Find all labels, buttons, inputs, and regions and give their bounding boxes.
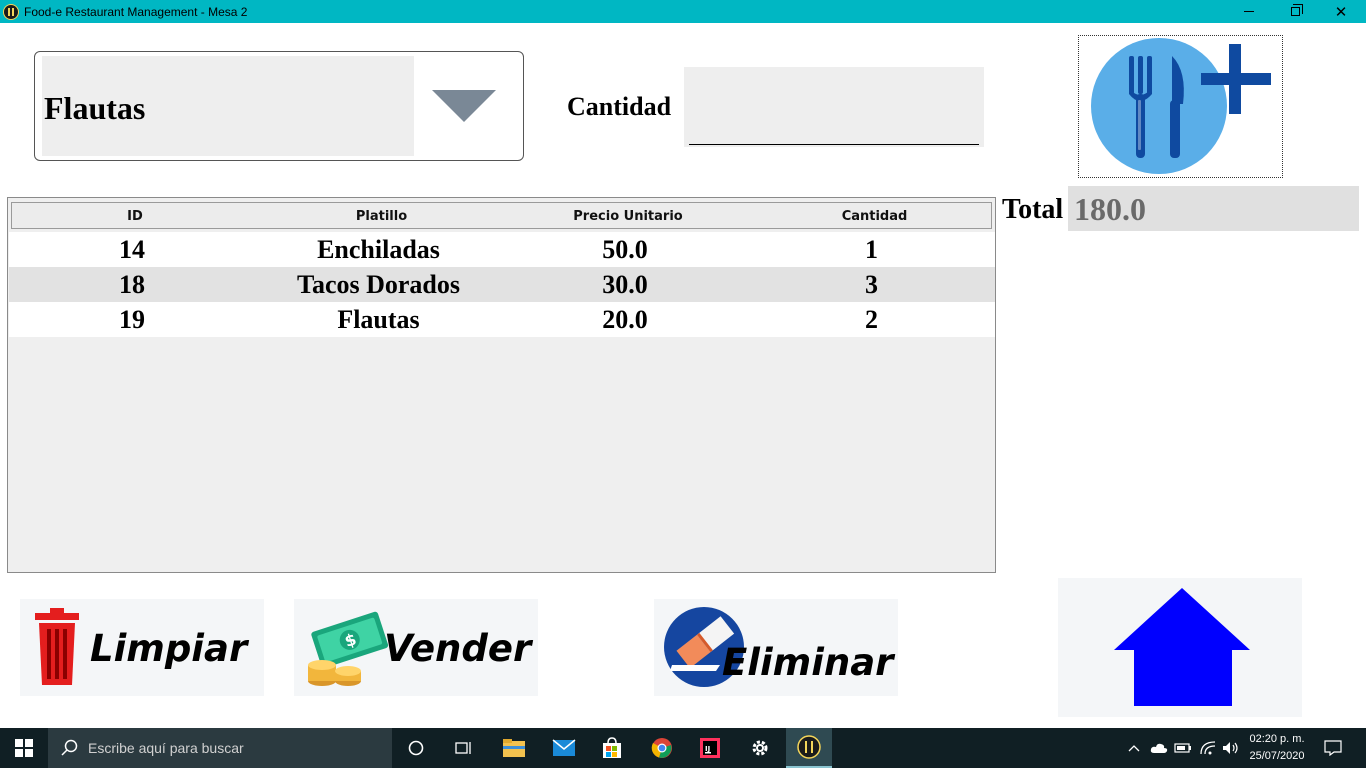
cell-cantidad: 3 <box>865 270 878 299</box>
wifi-icon <box>1200 741 1216 755</box>
close-button[interactable]: ✕ <box>1318 0 1364 23</box>
gear-icon <box>752 740 768 756</box>
cortana-button[interactable] <box>396 728 436 768</box>
battery-button[interactable] <box>1172 728 1194 768</box>
taskbar-food-e-app[interactable] <box>786 728 832 768</box>
store-icon <box>603 737 621 758</box>
column-header-cantidad[interactable]: Cantidad <box>751 203 998 230</box>
total-label: Total <box>1002 194 1064 225</box>
cell-id: 14 <box>119 235 145 264</box>
sell-button[interactable]: $ Vender <box>294 599 538 696</box>
folder-icon <box>503 739 525 757</box>
network-button[interactable] <box>1197 728 1219 768</box>
cell-precio: 50.0 <box>602 235 648 264</box>
money-icon: $ <box>308 611 389 686</box>
volume-button[interactable] <box>1220 728 1242 768</box>
quantity-underline <box>689 144 979 145</box>
restore-icon <box>1290 4 1303 16</box>
mail-icon <box>552 739 576 756</box>
clock[interactable]: 02:20 p. m. 25/07/2020 <box>1244 731 1310 765</box>
order-table: ID Platillo Precio Unitario Cantidad 14 … <box>7 197 996 573</box>
home-icon <box>1114 588 1250 706</box>
windows-icon <box>15 739 33 757</box>
table-header: ID Platillo Precio Unitario Cantidad <box>11 202 992 229</box>
cutlery-plus-icon <box>1091 38 1271 174</box>
taskbar-store[interactable] <box>592 728 632 768</box>
chevron-up-icon <box>1128 745 1140 752</box>
sell-button-label: Vender <box>384 627 532 670</box>
column-header-platillo[interactable]: Platillo <box>258 203 505 230</box>
search-placeholder: Escribe aquí para buscar <box>88 740 244 756</box>
app-logo-icon <box>797 735 821 759</box>
column-header-id[interactable]: ID <box>12 203 258 230</box>
chrome-icon <box>651 738 672 758</box>
add-dish-button[interactable] <box>1078 35 1283 178</box>
column-header-precio[interactable]: Precio Unitario <box>505 203 751 230</box>
taskbar-settings[interactable] <box>740 728 780 768</box>
minimize-button[interactable] <box>1226 0 1272 23</box>
close-icon: ✕ <box>1334 2 1348 21</box>
speaker-icon <box>1223 742 1238 754</box>
minimize-icon <box>1244 11 1254 12</box>
table-body: 14 Enchiladas 50.0 1 18 Tacos Dorados 30… <box>9 232 995 337</box>
quantity-label: Cantidad <box>567 92 672 121</box>
taskbar: Escribe aquí para buscar IJ 02:20 p. m. … <box>0 728 1366 768</box>
task-view-icon <box>455 742 471 754</box>
delete-button[interactable]: Eliminar <box>654 599 898 696</box>
cell-precio: 20.0 <box>602 305 648 334</box>
search-icon <box>61 739 78 756</box>
cell-platillo: Enchiladas <box>317 235 440 264</box>
task-view-button[interactable] <box>444 728 484 768</box>
cell-platillo: Tacos Dorados <box>296 270 460 299</box>
quantity-input[interactable] <box>684 67 984 147</box>
taskbar-intellij[interactable]: IJ <box>690 728 730 768</box>
total-value: 180.0 <box>1068 186 1359 231</box>
delete-button-label: Eliminar <box>722 641 894 684</box>
taskbar-mail[interactable] <box>544 728 584 768</box>
taskbar-explorer[interactable] <box>494 728 534 768</box>
table-row[interactable]: 14 Enchiladas 50.0 1 <box>9 232 995 267</box>
clock-date: 25/07/2020 <box>1249 750 1305 762</box>
table-row[interactable]: 18 Tacos Dorados 30.0 3 <box>9 267 995 302</box>
start-button[interactable] <box>0 728 48 768</box>
onedrive-button[interactable] <box>1148 728 1170 768</box>
show-hidden-icons-button[interactable] <box>1126 728 1142 768</box>
cell-cantidad: 1 <box>865 235 878 264</box>
battery-icon <box>1174 743 1191 753</box>
cell-platillo: Flautas <box>337 305 420 334</box>
cell-cantidad: 2 <box>865 305 878 334</box>
dish-select-value: Flautas <box>42 56 414 156</box>
taskbar-chrome[interactable] <box>642 728 682 768</box>
home-button[interactable] <box>1058 578 1302 717</box>
app-logo-icon <box>3 3 19 20</box>
intellij-icon: IJ <box>700 738 720 758</box>
notification-icon <box>1324 740 1342 756</box>
title-bar: Food-e Restaurant Management - Mesa 2 ✕ <box>0 0 1366 23</box>
cell-id: 18 <box>119 270 145 299</box>
taskbar-search[interactable]: Escribe aquí para buscar <box>48 728 392 768</box>
table-row[interactable]: 19 Flautas 20.0 2 <box>9 302 995 337</box>
cell-id: 19 <box>119 305 145 334</box>
clock-time: 02:20 p. m. <box>1249 733 1305 745</box>
svg-text:IJ: IJ <box>705 745 710 753</box>
clear-button[interactable]: Limpiar <box>20 599 264 696</box>
dish-select[interactable]: Flautas <box>34 51 524 161</box>
cortana-icon <box>408 740 424 756</box>
chevron-down-icon[interactable] <box>432 90 496 122</box>
cell-precio: 30.0 <box>602 270 648 299</box>
window-title: Food-e Restaurant Management - Mesa 2 <box>24 4 248 19</box>
cloud-icon <box>1150 743 1168 753</box>
maximize-button[interactable] <box>1272 0 1318 23</box>
notifications-button[interactable] <box>1316 728 1350 768</box>
clear-button-label: Limpiar <box>90 627 248 670</box>
